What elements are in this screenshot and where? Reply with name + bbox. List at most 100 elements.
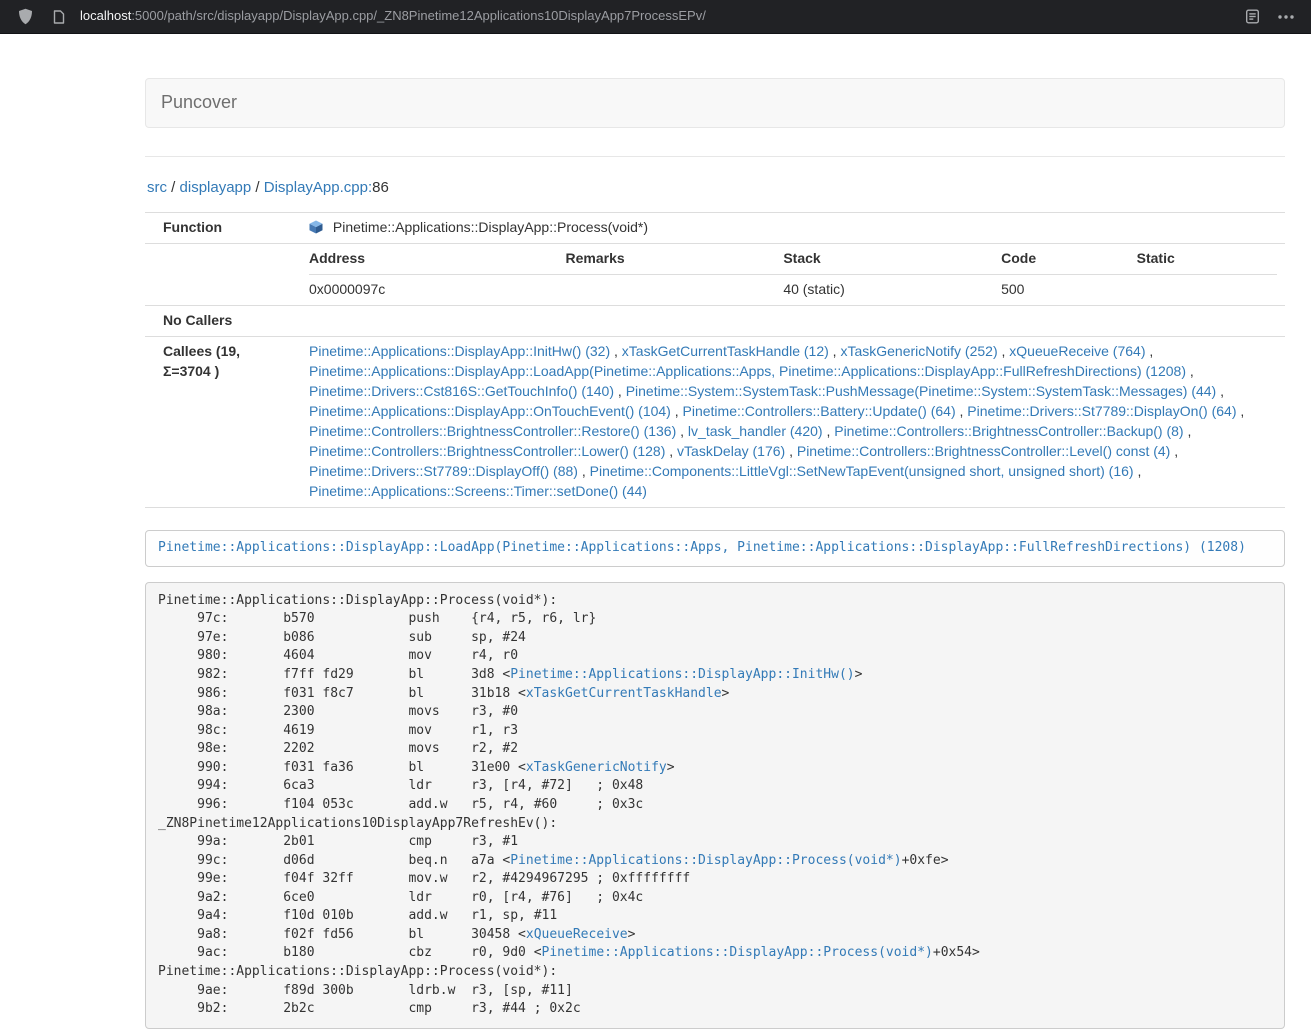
- metrics-header-row: Address Remarks Stack Code Static: [309, 244, 1277, 274]
- metrics-value-row: 0x0000097c 40 (static) 500: [309, 275, 1277, 305]
- disassembly-text: 9a8: f02f fd56 bl 30458 <: [158, 927, 526, 942]
- disassembly-text: 9b2: 2b2c cmp r3, #44 ; 0x2c: [158, 1001, 581, 1016]
- brand-link[interactable]: Puncover: [146, 90, 252, 116]
- disassembly-text: Pinetime::Applications::DisplayApp::Proc…: [158, 593, 557, 608]
- callee-link[interactable]: vTaskDelay (176): [677, 443, 785, 459]
- disassembly-text: 994: 6ca3 ldr r3, [r4, #72] ; 0x48: [158, 778, 643, 793]
- page-content: Puncover src / displayapp / DisplayApp.c…: [145, 78, 1285, 1029]
- disassembly-text: 9a2: 6ce0 ldr r0, [r4, #76] ; 0x4c: [158, 890, 643, 905]
- divider: [145, 156, 1285, 157]
- col-static: Static: [1137, 244, 1277, 274]
- reader-view-icon[interactable]: [1239, 4, 1265, 30]
- metrics-cell: Address Remarks Stack Code Static 0x0000…: [295, 244, 1285, 306]
- col-stack: Stack: [783, 244, 1001, 274]
- disassembly-text: 982: f7ff fd29 bl 3d8 <: [158, 667, 510, 682]
- disassembly-text: 990: f031 fa36 bl 31e00 <: [158, 760, 526, 775]
- function-table: Function Pinetime::Applications::Display…: [145, 212, 1285, 508]
- disassembly-text: 986: f031 f8c7 bl 31b18 <: [158, 686, 526, 701]
- disassembly-symbol-link[interactable]: Pinetime::Applications::DisplayApp::Proc…: [542, 945, 933, 960]
- disassembly-text: Pinetime::Applications::DisplayApp::Proc…: [158, 964, 557, 979]
- callee-link[interactable]: Pinetime::Controllers::Battery::Update()…: [683, 403, 956, 419]
- callees-list: Pinetime::Applications::DisplayApp::Init…: [309, 342, 1277, 502]
- disassembly-text: 99c: d06d beq.n a7a <: [158, 853, 510, 868]
- disassembly-text: 98e: 2202 movs r2, #2: [158, 741, 518, 756]
- disassembly-text: 98a: 2300 movs r3, #0: [158, 704, 518, 719]
- disassembly-text: 980: 4604 mov r4, r0: [158, 648, 518, 663]
- disassembly-text: >: [722, 686, 730, 701]
- code-value: 500: [1001, 275, 1137, 305]
- disassembly-text: 99e: f04f 32ff mov.w r2, #4294967295 ; 0…: [158, 871, 690, 886]
- breadcrumb-link[interactable]: src: [147, 179, 167, 196]
- callee-link[interactable]: Pinetime::Controllers::BrightnessControl…: [834, 423, 1183, 439]
- disassembly-text: 99a: 2b01 cmp r3, #1: [158, 834, 518, 849]
- function-row: Function Pinetime::Applications::Display…: [145, 213, 1285, 244]
- no-callers-label: No Callers: [145, 306, 295, 337]
- static-value: [1137, 275, 1277, 305]
- disassembly-text: 9a4: f10d 010b add.w r1, sp, #11: [158, 908, 557, 923]
- selected-symbol-box: Pinetime::Applications::DisplayApp::Load…: [145, 530, 1285, 567]
- selected-symbol-link[interactable]: Pinetime::Applications::DisplayApp::Load…: [158, 540, 1246, 555]
- navbar: Puncover: [145, 78, 1285, 128]
- breadcrumb-link[interactable]: DisplayApp.cpp:: [264, 179, 372, 196]
- callee-link[interactable]: Pinetime::Components::LittleVgl::SetNewT…: [590, 463, 1134, 479]
- callee-link[interactable]: Pinetime::Applications::Screens::Timer::…: [309, 483, 647, 499]
- function-name-cell: Pinetime::Applications::DisplayApp::Proc…: [295, 213, 1285, 244]
- callee-link[interactable]: xTaskGetCurrentTaskHandle (12): [622, 343, 829, 359]
- disassembly-text: +0x54>: [933, 945, 980, 960]
- callees-row: Callees (19, Σ=3704 ) Pinetime::Applicat…: [145, 337, 1285, 508]
- page-info-icon[interactable]: [46, 4, 72, 30]
- callee-link[interactable]: Pinetime::Controllers::BrightnessControl…: [309, 443, 665, 459]
- disassembly-text: _ZN8Pinetime12Applications10DisplayApp7R…: [158, 816, 557, 831]
- metrics-table: Address Remarks Stack Code Static 0x0000…: [309, 244, 1277, 305]
- disassembly-symbol-link[interactable]: xTaskGenericNotify: [526, 760, 667, 775]
- disassembly-symbol-link[interactable]: Pinetime::Applications::DisplayApp::Proc…: [510, 853, 901, 868]
- breadcrumb-link[interactable]: displayapp: [180, 179, 252, 196]
- col-remarks: Remarks: [566, 244, 784, 274]
- col-code: Code: [1001, 244, 1137, 274]
- disassembly-text: 97e: b086 sub sp, #24: [158, 630, 526, 645]
- disassembly-text: 97c: b570 push {r4, r5, r6, lr}: [158, 611, 596, 626]
- url-bar[interactable]: localhost:5000/path/src/displayapp/Displ…: [80, 7, 1231, 26]
- callee-link[interactable]: xTaskGenericNotify (252): [840, 343, 997, 359]
- overflow-menu-icon[interactable]: [1273, 4, 1299, 30]
- stack-value: 40 (static): [783, 275, 1001, 305]
- callee-link[interactable]: lv_task_handler (420): [688, 423, 823, 439]
- disassembly-text: 996: f104 053c add.w r5, r4, #60 ; 0x3c: [158, 797, 643, 812]
- callee-link[interactable]: Pinetime::System::SystemTask::PushMessag…: [626, 383, 1217, 399]
- address-value: 0x0000097c: [309, 275, 566, 305]
- callees-cell: Pinetime::Applications::DisplayApp::Init…: [295, 337, 1285, 508]
- callee-link[interactable]: Pinetime::Applications::DisplayApp::Init…: [309, 343, 610, 359]
- callee-link[interactable]: Pinetime::Controllers::BrightnessControl…: [309, 423, 676, 439]
- callee-link[interactable]: Pinetime::Applications::DisplayApp::Load…: [309, 363, 1186, 379]
- disassembly-text: 9ac: b180 cbz r0, 9d0 <: [158, 945, 542, 960]
- url-path: :5000/path/src/displayapp/DisplayApp.cpp…: [131, 8, 706, 23]
- callee-link[interactable]: Pinetime::Drivers::Cst816S::GetTouchInfo…: [309, 383, 614, 399]
- disassembly-symbol-link[interactable]: xTaskGetCurrentTaskHandle: [526, 686, 722, 701]
- empty-row-label: [145, 244, 295, 306]
- metrics-row: Address Remarks Stack Code Static 0x0000…: [145, 244, 1285, 306]
- disassembly-text: 9ae: f89d 300b ldrb.w r3, [sp, #11]: [158, 983, 573, 998]
- disassembly-text: >: [667, 760, 675, 775]
- disassembly-text: >: [628, 927, 636, 942]
- disassembly-text: +0xfe>: [902, 853, 949, 868]
- callee-link[interactable]: Pinetime::Applications::DisplayApp::OnTo…: [309, 403, 671, 419]
- url-host: localhost: [80, 8, 131, 23]
- breadcrumb: src / displayapp / DisplayApp.cpp:86: [147, 177, 1285, 198]
- disassembly-code: Pinetime::Applications::DisplayApp::Proc…: [145, 582, 1285, 1029]
- no-callers-row: No Callers: [145, 306, 1285, 337]
- function-row-label: Function: [145, 213, 295, 244]
- shield-icon[interactable]: [12, 4, 38, 30]
- callee-link[interactable]: Pinetime::Drivers::St7789::DisplayOn() (…: [967, 403, 1236, 419]
- col-address: Address: [309, 244, 566, 274]
- disassembly-symbol-link[interactable]: Pinetime::Applications::DisplayApp::Init…: [510, 667, 854, 682]
- no-callers-value: [295, 306, 1285, 337]
- callee-link[interactable]: Pinetime::Controllers::BrightnessControl…: [797, 443, 1170, 459]
- callee-link[interactable]: Pinetime::Drivers::St7789::DisplayOff() …: [309, 463, 578, 479]
- disassembly-text: >: [855, 667, 863, 682]
- callee-link[interactable]: xQueueReceive (764): [1009, 343, 1145, 359]
- disassembly-symbol-link[interactable]: xQueueReceive: [526, 927, 628, 942]
- function-symbol-icon: [309, 218, 323, 238]
- browser-chrome: localhost:5000/path/src/displayapp/Displ…: [0, 0, 1311, 34]
- callees-label: Callees (19, Σ=3704 ): [145, 337, 295, 508]
- remarks-value: [566, 275, 784, 305]
